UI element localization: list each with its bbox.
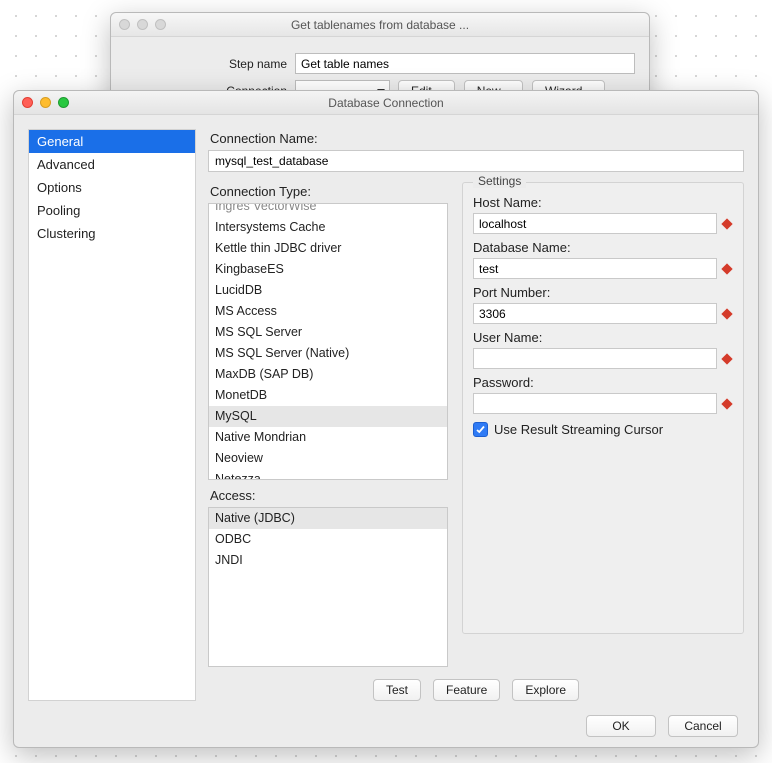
connection-type-item[interactable]: Kettle thin JDBC driver bbox=[209, 238, 447, 259]
feature-button[interactable]: Feature bbox=[433, 679, 500, 701]
titlebar[interactable]: Get tablenames from database ... bbox=[111, 13, 649, 37]
connection-type-item[interactable]: MS Access bbox=[209, 301, 447, 322]
minimize-icon[interactable] bbox=[40, 97, 51, 108]
traffic-lights bbox=[119, 19, 166, 30]
access-item[interactable]: Native (JDBC) bbox=[209, 508, 447, 529]
variable-icon[interactable] bbox=[721, 398, 733, 410]
password-label: Password: bbox=[473, 375, 733, 390]
user-name-input[interactable] bbox=[473, 348, 717, 369]
sidebar-item-options[interactable]: Options bbox=[29, 176, 195, 199]
database-name-input[interactable] bbox=[473, 258, 717, 279]
connection-type-item[interactable]: MaxDB (SAP DB) bbox=[209, 364, 447, 385]
access-item[interactable]: ODBC bbox=[209, 529, 447, 550]
host-name-input[interactable] bbox=[473, 213, 717, 234]
settings-fieldset: Settings Host Name: bbox=[462, 182, 744, 634]
connection-type-item[interactable]: Intersystems Cache bbox=[209, 217, 447, 238]
step-name-input[interactable] bbox=[295, 53, 635, 74]
database-name-label: Database Name: bbox=[473, 240, 733, 255]
connection-type-item[interactable]: MS SQL Server (Native) bbox=[209, 343, 447, 364]
connection-type-item[interactable]: KingbaseES bbox=[209, 259, 447, 280]
explore-button[interactable]: Explore bbox=[512, 679, 579, 701]
database-connection-window: Database Connection GeneralAdvancedOptio… bbox=[13, 90, 759, 748]
port-number-label: Port Number: bbox=[473, 285, 733, 300]
host-name-label: Host Name: bbox=[473, 195, 733, 210]
connection-type-list[interactable]: Ingres VectorWiseIntersystems CacheKettl… bbox=[208, 203, 448, 480]
connection-type-label: Connection Type: bbox=[210, 184, 448, 199]
traffic-lights bbox=[22, 97, 69, 108]
variable-icon[interactable] bbox=[721, 308, 733, 320]
variable-icon[interactable] bbox=[721, 353, 733, 365]
zoom-icon[interactable] bbox=[155, 19, 166, 30]
connection-type-item[interactable]: Ingres VectorWise bbox=[209, 203, 447, 217]
streaming-cursor-checkbox[interactable]: Use Result Streaming Cursor bbox=[473, 422, 733, 437]
close-icon[interactable] bbox=[119, 19, 130, 30]
step-name-label: Step name bbox=[125, 57, 295, 71]
close-icon[interactable] bbox=[22, 97, 33, 108]
zoom-icon[interactable] bbox=[58, 97, 69, 108]
connection-type-item[interactable]: Neoview bbox=[209, 448, 447, 469]
access-list[interactable]: Native (JDBC)ODBCJNDI bbox=[208, 507, 448, 667]
access-label: Access: bbox=[210, 488, 448, 503]
user-name-label: User Name: bbox=[473, 330, 733, 345]
titlebar[interactable]: Database Connection bbox=[14, 91, 758, 115]
connection-type-item[interactable]: MS SQL Server bbox=[209, 322, 447, 343]
settings-legend: Settings bbox=[473, 174, 526, 188]
streaming-cursor-label: Use Result Streaming Cursor bbox=[494, 422, 663, 437]
cancel-button[interactable]: Cancel bbox=[668, 715, 738, 737]
port-number-input[interactable] bbox=[473, 303, 717, 324]
category-sidebar[interactable]: GeneralAdvancedOptionsPoolingClustering bbox=[28, 129, 196, 701]
connection-name-label: Connection Name: bbox=[210, 131, 744, 146]
checkbox-icon bbox=[473, 422, 488, 437]
test-button[interactable]: Test bbox=[373, 679, 421, 701]
sidebar-item-general[interactable]: General bbox=[29, 130, 195, 153]
connection-type-item[interactable]: MySQL bbox=[209, 406, 447, 427]
password-input[interactable] bbox=[473, 393, 717, 414]
ok-button[interactable]: OK bbox=[586, 715, 656, 737]
sidebar-item-clustering[interactable]: Clustering bbox=[29, 222, 195, 245]
connection-name-input[interactable] bbox=[208, 150, 744, 172]
connection-type-item[interactable]: Netezza bbox=[209, 469, 447, 480]
variable-icon[interactable] bbox=[721, 218, 733, 230]
sidebar-item-advanced[interactable]: Advanced bbox=[29, 153, 195, 176]
sidebar-item-pooling[interactable]: Pooling bbox=[29, 199, 195, 222]
connection-type-item[interactable]: Native Mondrian bbox=[209, 427, 447, 448]
variable-icon[interactable] bbox=[721, 263, 733, 275]
connection-type-item[interactable]: MonetDB bbox=[209, 385, 447, 406]
access-item[interactable]: JNDI bbox=[209, 550, 447, 571]
window-title: Get tablenames from database ... bbox=[111, 18, 649, 32]
connection-type-item[interactable]: LucidDB bbox=[209, 280, 447, 301]
minimize-icon[interactable] bbox=[137, 19, 148, 30]
window-title: Database Connection bbox=[14, 96, 758, 110]
